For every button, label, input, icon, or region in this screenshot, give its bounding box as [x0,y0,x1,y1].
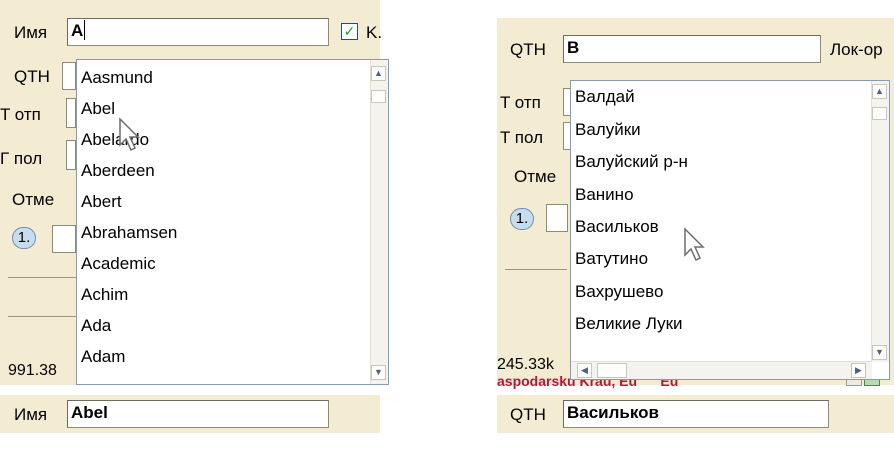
scroll-thumb[interactable] [872,107,887,120]
t-otp-field-stub[interactable] [66,98,76,128]
vertical-scrollbar[interactable]: ▲ ▼ [871,81,889,362]
list-item[interactable]: Васильков [575,216,659,238]
list-item[interactable]: Валуйки [575,119,641,141]
t-otp-label: T отп [500,93,541,112]
text-caret [84,20,86,40]
horizontal-scrollbar[interactable]: ◀ ▶ [571,361,872,379]
list-item[interactable]: Ванино [575,184,634,206]
list-item[interactable]: Ватутино [575,248,648,270]
list-item[interactable]: Вахрушево [575,281,663,303]
list-item[interactable]: Academic [81,253,156,275]
qth-input[interactable]: В [563,35,821,63]
list-item[interactable]: Abert [81,191,122,213]
scroll-thumb[interactable] [371,90,386,103]
qth-label: QTH [510,405,546,424]
checkbox-label: K. [366,23,383,42]
list-item[interactable]: Валуйский р-н [575,151,688,173]
vertical-scrollbar[interactable]: ▲ ▼ [370,60,388,384]
t-otp-label: T отп [0,105,41,124]
scroll-thumb[interactable] [597,363,627,378]
checkbox[interactable]: ✓ [341,23,358,40]
scroll-down-icon[interactable]: ▼ [872,345,887,360]
step-badge[interactable]: 1. [510,208,534,230]
step-badge-text: 1. [17,229,31,246]
list-item[interactable]: Ada [81,315,111,337]
checkbox-check-icon: ✓ [343,23,356,39]
list-item[interactable]: Валдай [575,86,635,108]
list-item[interactable]: Achim [81,284,128,306]
otme-label: Отме [12,190,55,209]
qth-input-value: В [567,38,580,57]
qth-autocomplete-list[interactable]: Валдай Валуйки Валуйский р-н Ванино Васи… [570,80,890,380]
locator-label: Лок-ор [830,40,883,59]
mouse-pointer-icon [119,117,140,152]
step-field-stub[interactable] [546,204,568,232]
qth-label: QTH [510,40,546,59]
g-pol-field-stub[interactable] [66,140,76,170]
scroll-right-icon[interactable]: ▶ [851,363,866,378]
scroll-down-icon[interactable]: ▼ [371,365,386,380]
name-label: Имя [14,405,48,424]
footer-number: 991.38 [8,362,57,379]
mouse-pointer-icon [684,227,705,262]
step-field-stub[interactable] [52,225,76,253]
qth-input-value: Васильков [567,403,660,422]
t-pol-label: T пол [500,128,544,147]
name-label: Имя [14,23,48,42]
scroll-left-icon[interactable]: ◀ [577,363,592,378]
qth-label: QTH [14,67,50,86]
step-badge[interactable]: 1. [12,227,36,249]
name-input[interactable]: A [67,18,329,46]
name-input-value: Abel [71,403,108,422]
name-input-value: A [71,21,84,40]
qth-input-result[interactable]: Васильков [563,400,829,428]
qth-field-stub[interactable] [62,62,76,90]
name-autocomplete-list[interactable]: Aasmund Abel Abelardo Aberdeen Abert Abr… [76,59,389,385]
list-item[interactable]: Aasmund [81,67,153,89]
step-badge-text: 1. [515,210,529,227]
g-pol-label: Г пол [0,149,43,168]
scroll-up-icon[interactable]: ▲ [371,66,386,81]
otme-label: Отме [514,167,557,186]
scroll-up-icon[interactable]: ▲ [872,84,887,99]
divider [8,316,76,317]
list-item[interactable]: Abel [81,98,115,120]
divider [505,269,567,270]
list-item[interactable]: Великие Луки [575,313,683,335]
divider [8,277,76,278]
list-item[interactable]: Adam [81,346,125,368]
list-item[interactable]: Abrahamsen [81,222,177,244]
name-input-result[interactable]: Abel [67,400,329,428]
list-item[interactable]: Aberdeen [81,160,155,182]
